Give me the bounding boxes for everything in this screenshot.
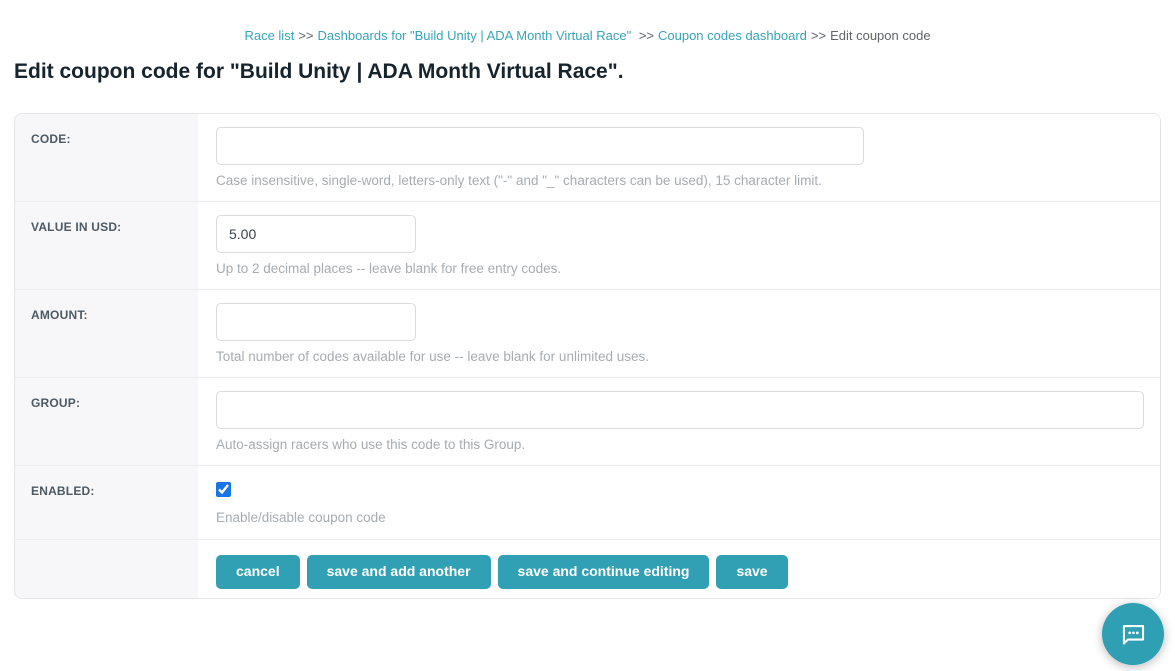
coupon-form: CODE: Case insensitive, single-word, let…: [14, 113, 1161, 599]
value-in-usd-label-cell: VALUE IN USD:: [15, 202, 198, 289]
form-row-value-in-usd: VALUE IN USD: Up to 2 decimal places -- …: [15, 202, 1160, 290]
breadcrumb-separator: >>: [807, 28, 830, 43]
buttons-label-cell: [15, 540, 198, 598]
breadcrumb-link-race-list[interactable]: Race list: [244, 28, 294, 43]
chat-bubble-icon: [1120, 621, 1147, 648]
code-label-cell: CODE:: [15, 114, 198, 201]
code-field-cell: Case insensitive, single-word, letters-o…: [198, 114, 1160, 201]
save-button[interactable]: save: [716, 555, 787, 589]
enabled-field-cell: Enable/disable coupon code: [198, 466, 1160, 539]
breadcrumb-current: Edit coupon code: [830, 28, 930, 43]
chat-widget-button[interactable]: [1102, 603, 1164, 665]
amount-input[interactable]: [216, 303, 416, 341]
code-label: CODE:: [31, 132, 71, 146]
group-help: Auto-assign racers who use this code to …: [216, 436, 1144, 453]
amount-label: AMOUNT:: [31, 308, 88, 322]
form-row-group: GROUP: Auto-assign racers who use this c…: [15, 378, 1160, 466]
form-row-buttons: cancelsave and add anothersave and conti…: [15, 540, 1160, 598]
breadcrumb-separator: >>: [635, 28, 658, 43]
enabled-label: ENABLED:: [31, 484, 95, 498]
form-row-enabled: ENABLED: Enable/disable coupon code: [15, 466, 1160, 540]
amount-label-cell: AMOUNT:: [15, 290, 198, 377]
enabled-checkbox[interactable]: [216, 482, 231, 497]
breadcrumb-link-coupon-codes-dashboard[interactable]: Coupon codes dashboard: [658, 28, 807, 43]
amount-field-cell: Total number of codes available for use …: [198, 290, 1160, 377]
form-row-code: CODE: Case insensitive, single-word, let…: [15, 114, 1160, 202]
breadcrumb-separator: >>: [294, 28, 317, 43]
page-title: Edit coupon code for "Build Unity | ADA …: [14, 59, 1161, 84]
save-and-continue-editing-button[interactable]: save and continue editing: [498, 555, 710, 589]
code-help: Case insensitive, single-word, letters-o…: [216, 172, 1144, 189]
group-field-cell: Auto-assign racers who use this code to …: [198, 378, 1160, 465]
breadcrumb-link-dashboards[interactable]: Dashboards for "Build Unity | ADA Month …: [318, 28, 632, 43]
enabled-help: Enable/disable coupon code: [216, 509, 1144, 526]
value-in-usd-input[interactable]: [216, 215, 416, 253]
group-input[interactable]: [216, 391, 1144, 429]
buttons-cell: cancelsave and add anothersave and conti…: [198, 540, 1160, 598]
group-label: GROUP:: [31, 396, 80, 410]
cancel-button[interactable]: cancel: [216, 555, 300, 589]
enabled-label-cell: ENABLED:: [15, 466, 198, 539]
code-input[interactable]: [216, 127, 864, 165]
save-and-add-another-button[interactable]: save and add another: [307, 555, 491, 589]
value-in-usd-label: VALUE IN USD:: [31, 220, 121, 234]
breadcrumb: Race list>>Dashboards for "Build Unity |…: [0, 0, 1175, 44]
amount-help: Total number of codes available for use …: [216, 348, 1144, 365]
form-row-amount: AMOUNT: Total number of codes available …: [15, 290, 1160, 378]
value-in-usd-help: Up to 2 decimal places -- leave blank fo…: [216, 260, 1144, 277]
group-label-cell: GROUP:: [15, 378, 198, 465]
value-in-usd-field-cell: Up to 2 decimal places -- leave blank fo…: [198, 202, 1160, 289]
